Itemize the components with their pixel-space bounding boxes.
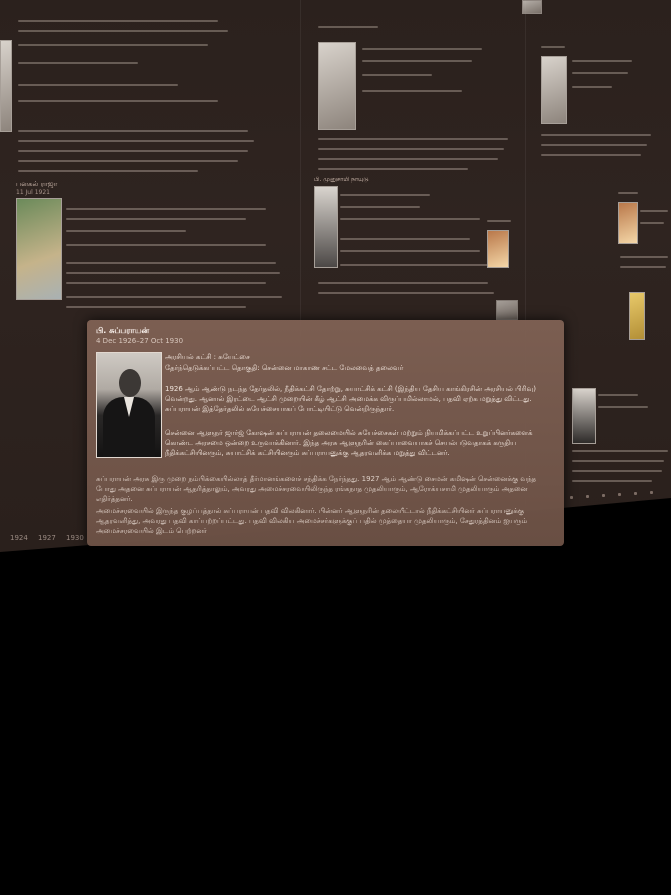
card-dates: 4 Dec 1926–27 Oct 1930 [96, 337, 184, 345]
text-line [66, 306, 246, 308]
text-line [18, 140, 254, 142]
entry-date: 11 Jul 1921 [16, 189, 50, 196]
entry-title[interactable]: பி. முனுசாமி நாயுடு [314, 176, 369, 184]
card-paragraph: சென்னை ஆளுநர் ஜார்ஜ் கோஷன் சுப்பராயன் தல… [165, 429, 533, 457]
portrait-thumbnail[interactable] [16, 198, 62, 300]
text-line [362, 60, 472, 62]
portrait-thumbnail[interactable] [522, 0, 542, 14]
text-line [541, 144, 647, 146]
text-line [18, 20, 218, 22]
portrait-thumbnail[interactable] [572, 388, 596, 444]
axis-year-label: 1927 [38, 534, 56, 542]
axis-tick [602, 494, 605, 497]
card-constituency: தேர்ந்தெடுக்கப்பட்ட தொகுதி: சென்னை மாகாண… [165, 364, 404, 372]
portrait-thumbnail[interactable] [0, 40, 12, 132]
axis-tick [634, 492, 637, 495]
portrait-thumbnail[interactable] [618, 202, 638, 244]
portrait-thumbnail[interactable] [629, 292, 645, 340]
text-line [340, 206, 420, 208]
text-line [541, 134, 651, 136]
text-line [18, 100, 218, 102]
text-line [318, 158, 498, 160]
text-line [572, 86, 612, 88]
text-line [318, 26, 378, 28]
text-line [572, 60, 632, 62]
text-line [340, 194, 430, 196]
axis-tick [650, 491, 653, 494]
portrait-thumbnail[interactable] [314, 186, 338, 268]
timeline-view: பனகல் ராஜா 11 Jul 1921 பி. முனுசாமி நாயு… [0, 0, 671, 895]
axis-tick [618, 493, 621, 496]
text-line [18, 44, 208, 46]
text-line [318, 148, 504, 150]
text-line [66, 262, 276, 264]
text-line [572, 470, 662, 472]
text-line [598, 406, 648, 408]
portrait-thumbnail[interactable] [318, 42, 356, 130]
text-line [362, 90, 462, 92]
text-line [66, 272, 280, 274]
text-line [620, 266, 666, 268]
portrait-thumbnail[interactable] [496, 300, 518, 320]
text-line [487, 220, 511, 222]
text-line [66, 282, 266, 284]
text-line [640, 222, 664, 224]
text-line [66, 218, 246, 220]
axis-year-label: 1930 [66, 534, 84, 542]
card-party: அரசியல் கட்சி : சுயேட்சை [165, 353, 250, 361]
text-line [318, 282, 488, 284]
text-line [340, 250, 480, 252]
card-paragraph: சுப்பராயன் அரசு இரு முறை நம்பிக்கையில்லா… [96, 475, 537, 503]
text-line [318, 168, 468, 170]
text-line [18, 150, 248, 152]
card-portrait[interactable] [96, 352, 162, 458]
text-line [66, 230, 186, 232]
axis-tick [586, 495, 589, 498]
text-line [572, 480, 652, 482]
entry-title[interactable]: பனகல் ராஜா [16, 180, 57, 189]
text-line [572, 460, 664, 462]
card-name: பி. சுப்பராயன் [96, 326, 150, 335]
axis-year-label: 1924 [10, 534, 28, 542]
text-line [640, 210, 668, 212]
card-paragraph: அமைச்சரவையில் இருந்த குழப்பத்தால் சுப்பர… [96, 507, 528, 535]
text-line [18, 84, 178, 86]
text-line [541, 154, 641, 156]
text-line [541, 46, 565, 48]
detail-card[interactable]: பி. சுப்பராயன் 4 Dec 1926–27 Oct 1930 அர… [87, 320, 564, 546]
text-line [18, 130, 248, 132]
text-line [66, 208, 266, 210]
portrait-face [119, 369, 141, 397]
text-line [18, 62, 138, 64]
text-line [620, 256, 668, 258]
text-line [66, 296, 282, 298]
text-line [18, 170, 198, 172]
text-line [572, 72, 628, 74]
text-line [340, 218, 480, 220]
text-line [362, 48, 482, 50]
text-line [318, 292, 494, 294]
text-line [340, 238, 470, 240]
text-line [18, 160, 238, 162]
text-line [618, 192, 638, 194]
portrait-thumbnail[interactable] [541, 56, 567, 124]
text-line [66, 244, 266, 246]
axis-tick [570, 496, 573, 499]
text-line [18, 30, 228, 32]
text-line [572, 450, 668, 452]
portrait-thumbnail[interactable] [487, 230, 509, 268]
text-line [318, 138, 508, 140]
card-paragraph: 1926 ஆம் ஆண்டு நடந்த தேர்தலில், நீதிக்கட… [165, 385, 537, 413]
text-line [340, 264, 490, 266]
text-line [362, 74, 432, 76]
text-line [598, 394, 638, 396]
